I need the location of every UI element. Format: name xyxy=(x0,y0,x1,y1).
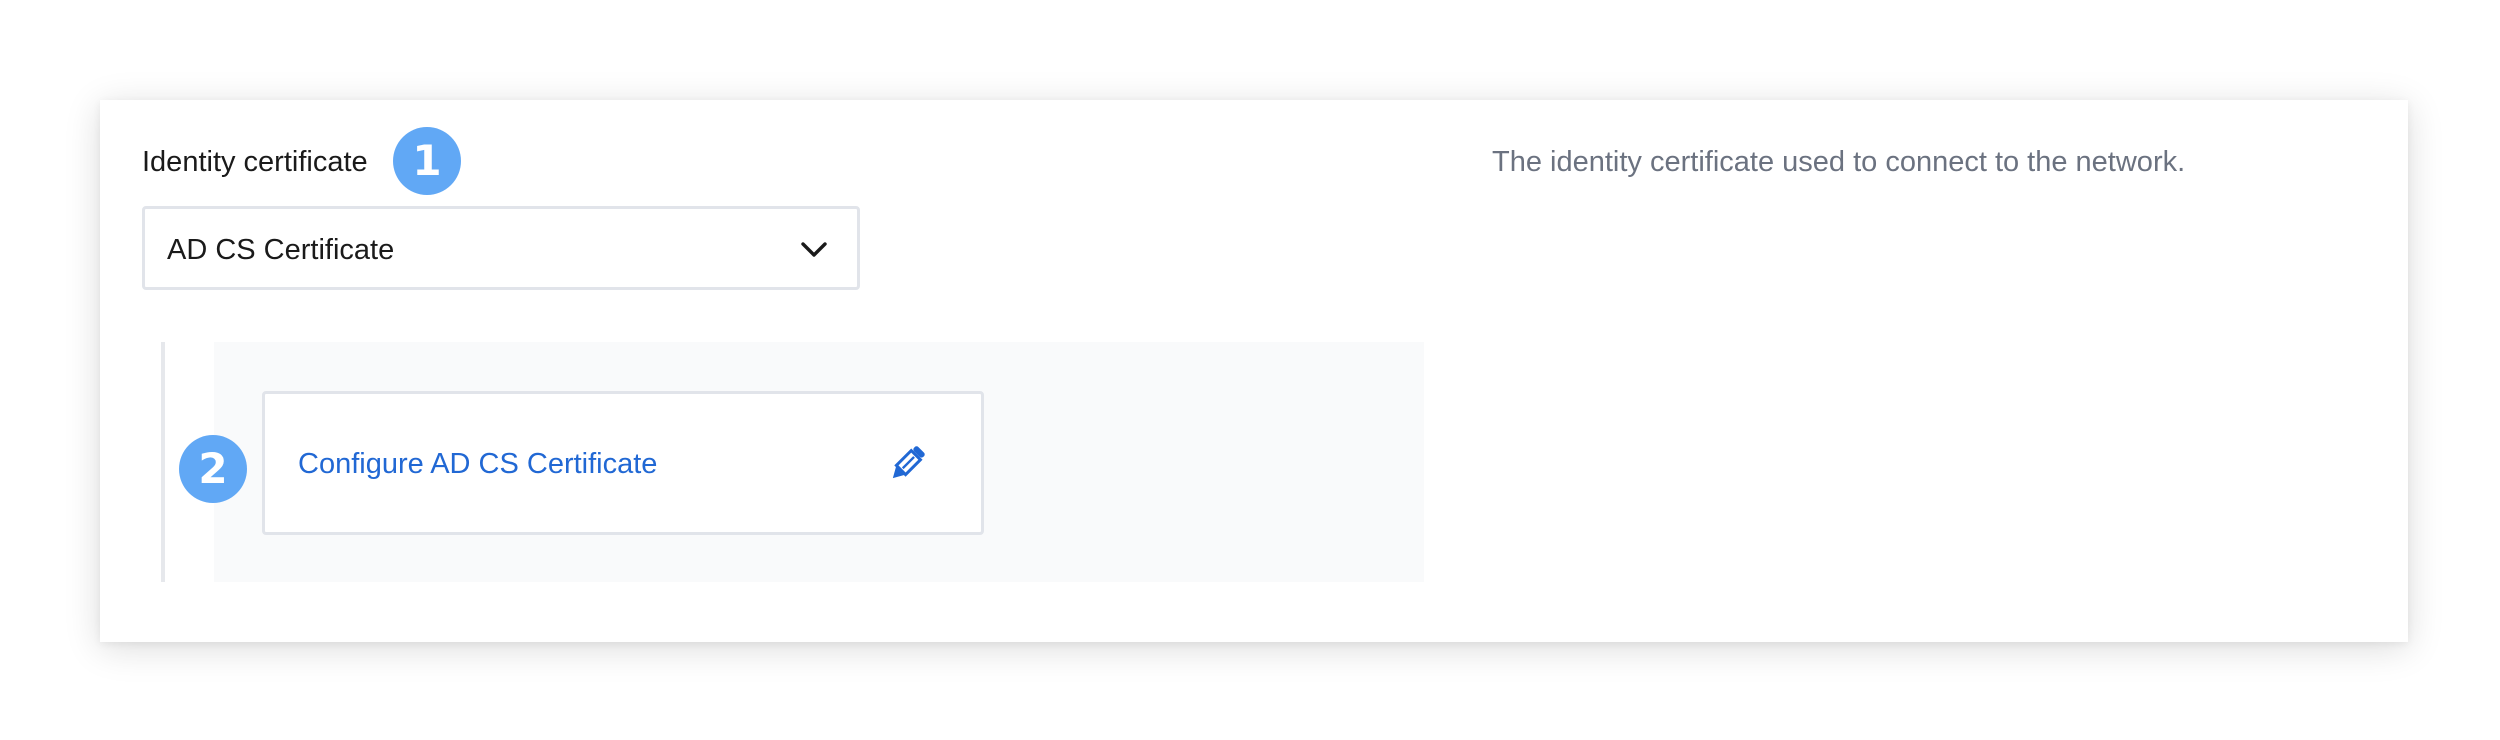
identity-certificate-label: Identity certificate xyxy=(142,146,368,178)
identity-certificate-select[interactable]: AD CS Certificate xyxy=(142,206,860,290)
pencil-icon[interactable] xyxy=(885,442,929,486)
identity-certificate-help-text: The identity certificate used to connect… xyxy=(1492,146,2186,178)
select-selected-value: AD CS Certificate xyxy=(167,234,395,266)
canvas: Identity certificate 1 AD CS Certificate… xyxy=(0,0,2500,740)
configure-certificate-link[interactable]: Configure AD CS Certificate xyxy=(298,446,657,482)
nested-indent-line xyxy=(161,342,165,582)
callout-badge-1: 1 xyxy=(393,127,461,195)
chevron-down-icon xyxy=(801,242,827,257)
identity-certificate-card: Identity certificate 1 AD CS Certificate… xyxy=(100,100,2408,642)
callout-badge-2: 2 xyxy=(179,435,247,503)
configure-certificate-box[interactable]: Configure AD CS Certificate xyxy=(262,391,984,535)
